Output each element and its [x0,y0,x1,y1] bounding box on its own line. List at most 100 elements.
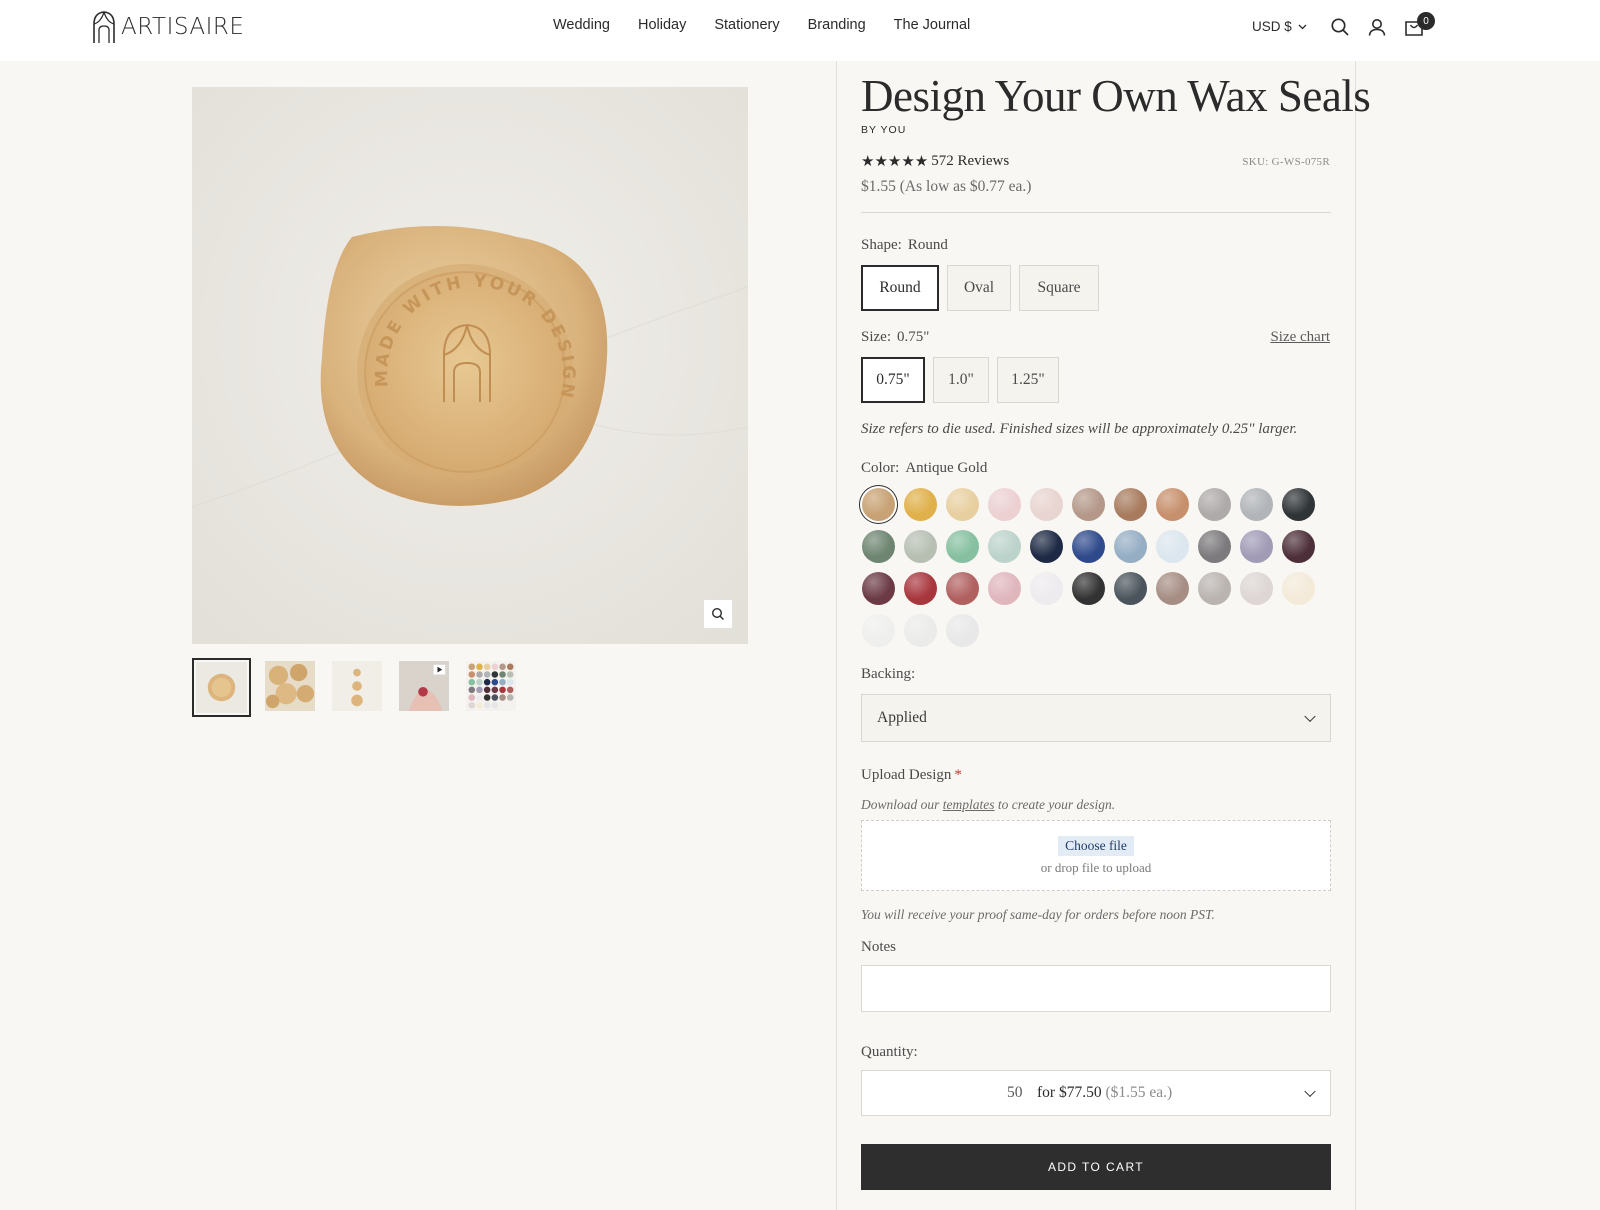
color-swatch[interactable] [988,572,1021,605]
account-icon[interactable] [1367,17,1387,37]
upload-hint: Download our templates to create your de… [861,797,1115,813]
color-swatch[interactable] [1198,530,1231,563]
color-swatch[interactable] [1282,572,1315,605]
color-swatch[interactable] [1072,530,1105,563]
color-swatch[interactable] [1030,488,1063,521]
upload-hint-prefix: Download our [861,797,940,812]
nav-wedding[interactable]: Wedding [553,17,610,33]
shape-selected-value: Round [907,237,948,253]
shape-option-square[interactable]: Square [1019,265,1099,311]
color-swatch[interactable] [904,488,937,521]
color-swatch[interactable] [1198,572,1231,605]
upload-label: Upload Design * [861,767,962,784]
nav-branding[interactable]: Branding [808,17,866,33]
color-swatch[interactable] [1240,572,1273,605]
color-swatch[interactable] [946,614,979,647]
size-option-075[interactable]: 0.75" [861,357,925,403]
thumbnail-single-seal[interactable] [192,658,251,717]
file-dropzone[interactable]: Choose file or drop file to upload [861,820,1331,891]
color-swatch[interactable] [1282,488,1315,521]
shape-option-round[interactable]: Round [861,265,939,311]
color-swatches [862,488,1322,647]
currency-selector[interactable]: USD $ [1252,19,1307,34]
site-header: ARTISAIRE Wedding Holiday Stationery Bra… [0,0,1600,61]
color-swatch[interactable] [988,530,1021,563]
product-title: Design Your Own Wax Seals [861,71,1371,121]
color-swatch[interactable] [1072,572,1105,605]
quantity-total: for $77.50 [1037,1084,1102,1101]
required-mark: * [954,767,962,783]
color-swatch[interactable] [1282,530,1315,563]
thumbnail-three-seals[interactable] [329,658,385,714]
color-swatch[interactable] [988,488,1021,521]
color-swatch[interactable] [862,530,895,563]
color-selected-value: Antique Gold [905,460,988,476]
color-swatch[interactable] [862,572,895,605]
color-swatch[interactable] [1198,488,1231,521]
reviews-count: 572 Reviews [931,153,1010,169]
zoom-button[interactable] [703,599,733,629]
chevron-down-icon [1298,24,1307,29]
color-swatch[interactable] [904,572,937,605]
color-swatch[interactable] [1114,530,1147,563]
shape-label-text: Shape: [861,237,902,253]
wax-seal-image: MADE WITH YOUR DESIGN [192,87,748,644]
backing-select[interactable]: Applied [861,694,1331,742]
product-price: $1.55 (As low as $0.77 ea.) [861,178,1032,195]
size-label-text: Size: [861,329,891,345]
color-swatch[interactable] [904,614,937,647]
size-option-125[interactable]: 1.25" [997,357,1059,403]
color-swatch[interactable] [1072,488,1105,521]
nav-holiday[interactable]: Holiday [638,17,686,33]
color-swatch[interactable] [862,488,895,521]
product-main-image[interactable]: MADE WITH YOUR DESIGN [192,87,748,644]
color-swatch[interactable] [1114,572,1147,605]
logo[interactable]: ARTISAIRE [91,10,244,44]
logo-text: ARTISAIRE [121,14,245,40]
thumbnail-video[interactable] [396,658,452,714]
thumbnail-color-grid[interactable] [463,658,519,714]
rating-stars: ★★★★★ [861,154,929,170]
notes-label: Notes [861,939,896,955]
color-swatch[interactable] [1240,530,1273,563]
shape-label: Shape: Round [861,237,948,254]
cart-count-badge: 0 [1417,12,1435,30]
size-note: Size refers to die used. Finished sizes … [861,421,1298,437]
reviews-summary[interactable]: ★★★★★ 572 Reviews [861,152,1009,171]
color-swatch[interactable] [1030,572,1063,605]
color-swatch[interactable] [946,572,979,605]
color-swatch[interactable] [1114,488,1147,521]
color-swatch[interactable] [1240,488,1273,521]
color-swatch[interactable] [1030,530,1063,563]
choose-file-button[interactable]: Choose file [1058,835,1134,856]
color-label-text: Color: [861,460,900,476]
upload-hint-suffix: to create your design. [997,797,1116,812]
main-nav: Wedding Holiday Stationery Branding The … [553,17,970,33]
upload-label-text: Upload Design [861,767,952,783]
color-swatch[interactable] [862,614,895,647]
chevron-down-icon [1304,710,1316,723]
chevron-down-icon [1304,1085,1316,1098]
search-icon[interactable] [1330,17,1350,37]
color-swatch[interactable] [1156,572,1189,605]
nav-stationery[interactable]: Stationery [714,17,779,33]
backing-label: Backing: [861,666,916,682]
divider [861,212,1331,213]
notes-input[interactable] [861,965,1331,1012]
size-chart-link[interactable]: Size chart [1200,329,1330,346]
nav-journal[interactable]: The Journal [894,17,971,33]
product-vendor: BY YOU [861,124,907,136]
color-swatch[interactable] [1156,488,1189,521]
quantity-select[interactable]: 50 for $77.50 ($1.55 ea.) [861,1070,1331,1116]
proof-note: You will receive your proof same-day for… [861,907,1215,922]
color-swatch[interactable] [904,530,937,563]
templates-link[interactable]: templates [943,797,995,812]
size-option-10[interactable]: 1.0" [933,357,989,403]
size-options: 0.75" 1.0" 1.25" [861,357,1059,403]
color-swatch[interactable] [946,530,979,563]
thumbnail-seal-pile[interactable] [262,658,318,714]
add-to-cart-button[interactable]: ADD TO CART [861,1144,1331,1190]
shape-option-oval[interactable]: Oval [947,265,1011,311]
color-swatch[interactable] [1156,530,1189,563]
color-swatch[interactable] [946,488,979,521]
